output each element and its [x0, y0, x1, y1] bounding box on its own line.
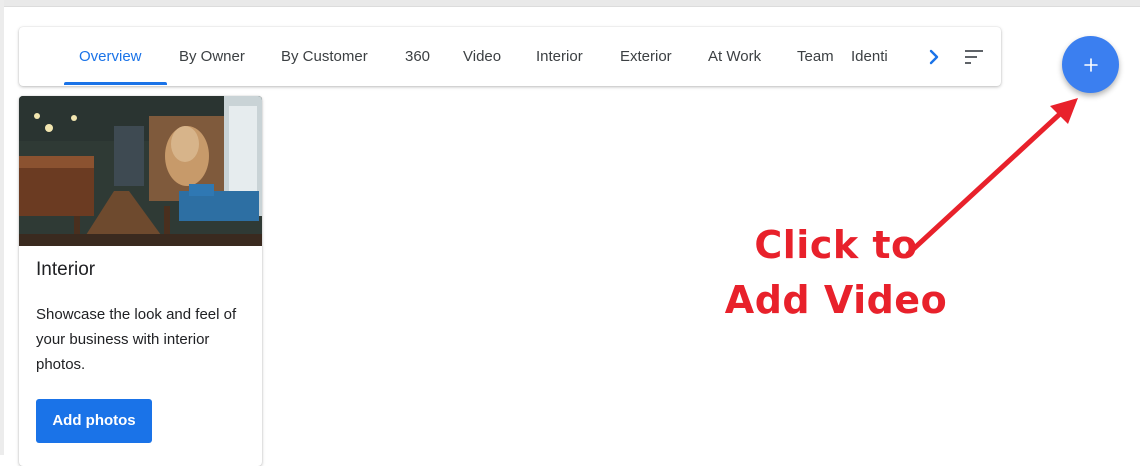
annotation-line-1: Click to [754, 223, 918, 267]
left-border [0, 0, 4, 455]
add-photos-button[interactable]: Add photos [36, 399, 152, 443]
tab-by-customer[interactable]: By Customer [281, 27, 368, 86]
top-border [0, 0, 1140, 7]
interior-photo [19, 96, 262, 246]
annotation-line-2: Add Video [724, 278, 948, 322]
active-tab-indicator [64, 82, 167, 85]
tab-video[interactable]: Video [463, 27, 501, 86]
tab-team[interactable]: Team [797, 27, 834, 86]
tab-overview[interactable]: Overview [79, 27, 142, 86]
plus-icon [1083, 57, 1098, 72]
tab-bar: Overview By Owner By Customer 360 Video … [19, 27, 1001, 86]
tab-identity[interactable]: Identi [851, 27, 904, 86]
chevron-right-icon[interactable] [924, 47, 944, 67]
sort-icon[interactable] [963, 47, 985, 67]
card-description: Showcase the look and feel of your busin… [36, 306, 237, 373]
card-title: Interior [36, 259, 96, 280]
tab-exterior[interactable]: Exterior [620, 27, 672, 86]
tab-interior[interactable]: Interior [536, 27, 583, 86]
tab-360[interactable]: 360 [405, 27, 430, 86]
annotation-text: Click to Add Video [716, 218, 956, 328]
add-media-button[interactable] [1062, 36, 1119, 93]
tab-at-work[interactable]: At Work [708, 27, 761, 86]
interior-card: Interior Showcase the look and feel of y… [19, 96, 262, 466]
tab-by-owner[interactable]: By Owner [179, 27, 245, 86]
